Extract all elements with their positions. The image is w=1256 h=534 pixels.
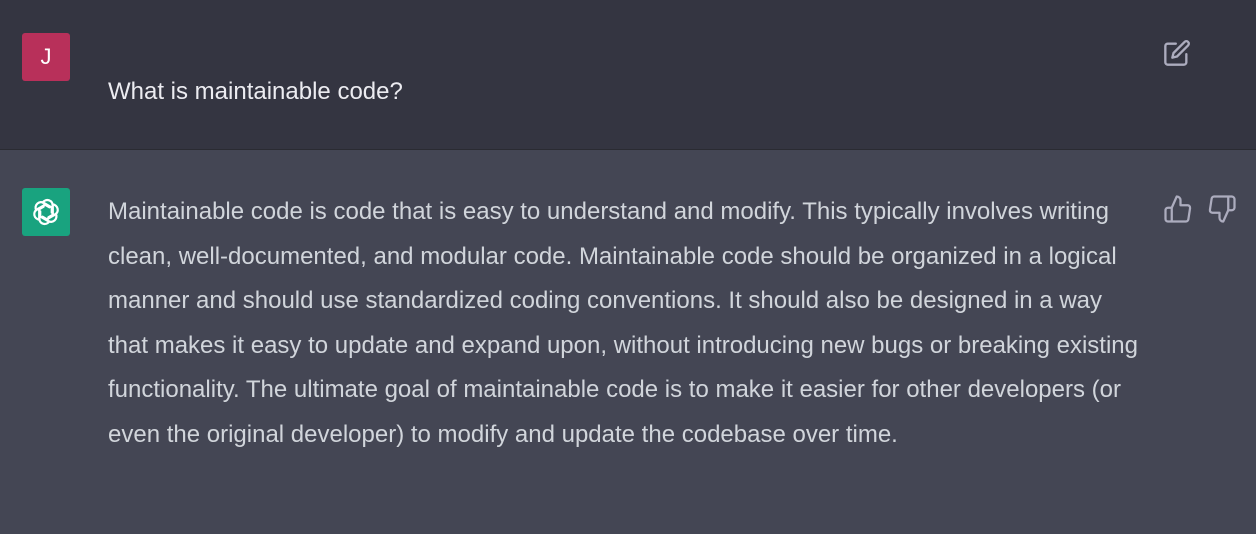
thumbs-up-button[interactable] [1163,194,1193,224]
assistant-message-row: Maintainable code is code that is easy t… [0,150,1256,534]
edit-icon [1164,40,1190,66]
chat-page: J What is maintainable code? Maintainabl… [0,0,1256,534]
assistant-avatar [22,188,70,236]
thumbs-up-icon [1164,195,1192,223]
assistant-message-text: Maintainable code is code that is easy t… [108,198,1138,448]
user-message-row: J What is maintainable code? [0,0,1256,150]
thumbs-down-button[interactable] [1207,194,1237,224]
openai-logo-icon [33,198,59,226]
thumbs-down-icon [1208,195,1236,223]
user-avatar: J [22,33,70,81]
user-message-text: What is maintainable code? [108,78,403,105]
edit-message-button[interactable] [1163,39,1191,67]
